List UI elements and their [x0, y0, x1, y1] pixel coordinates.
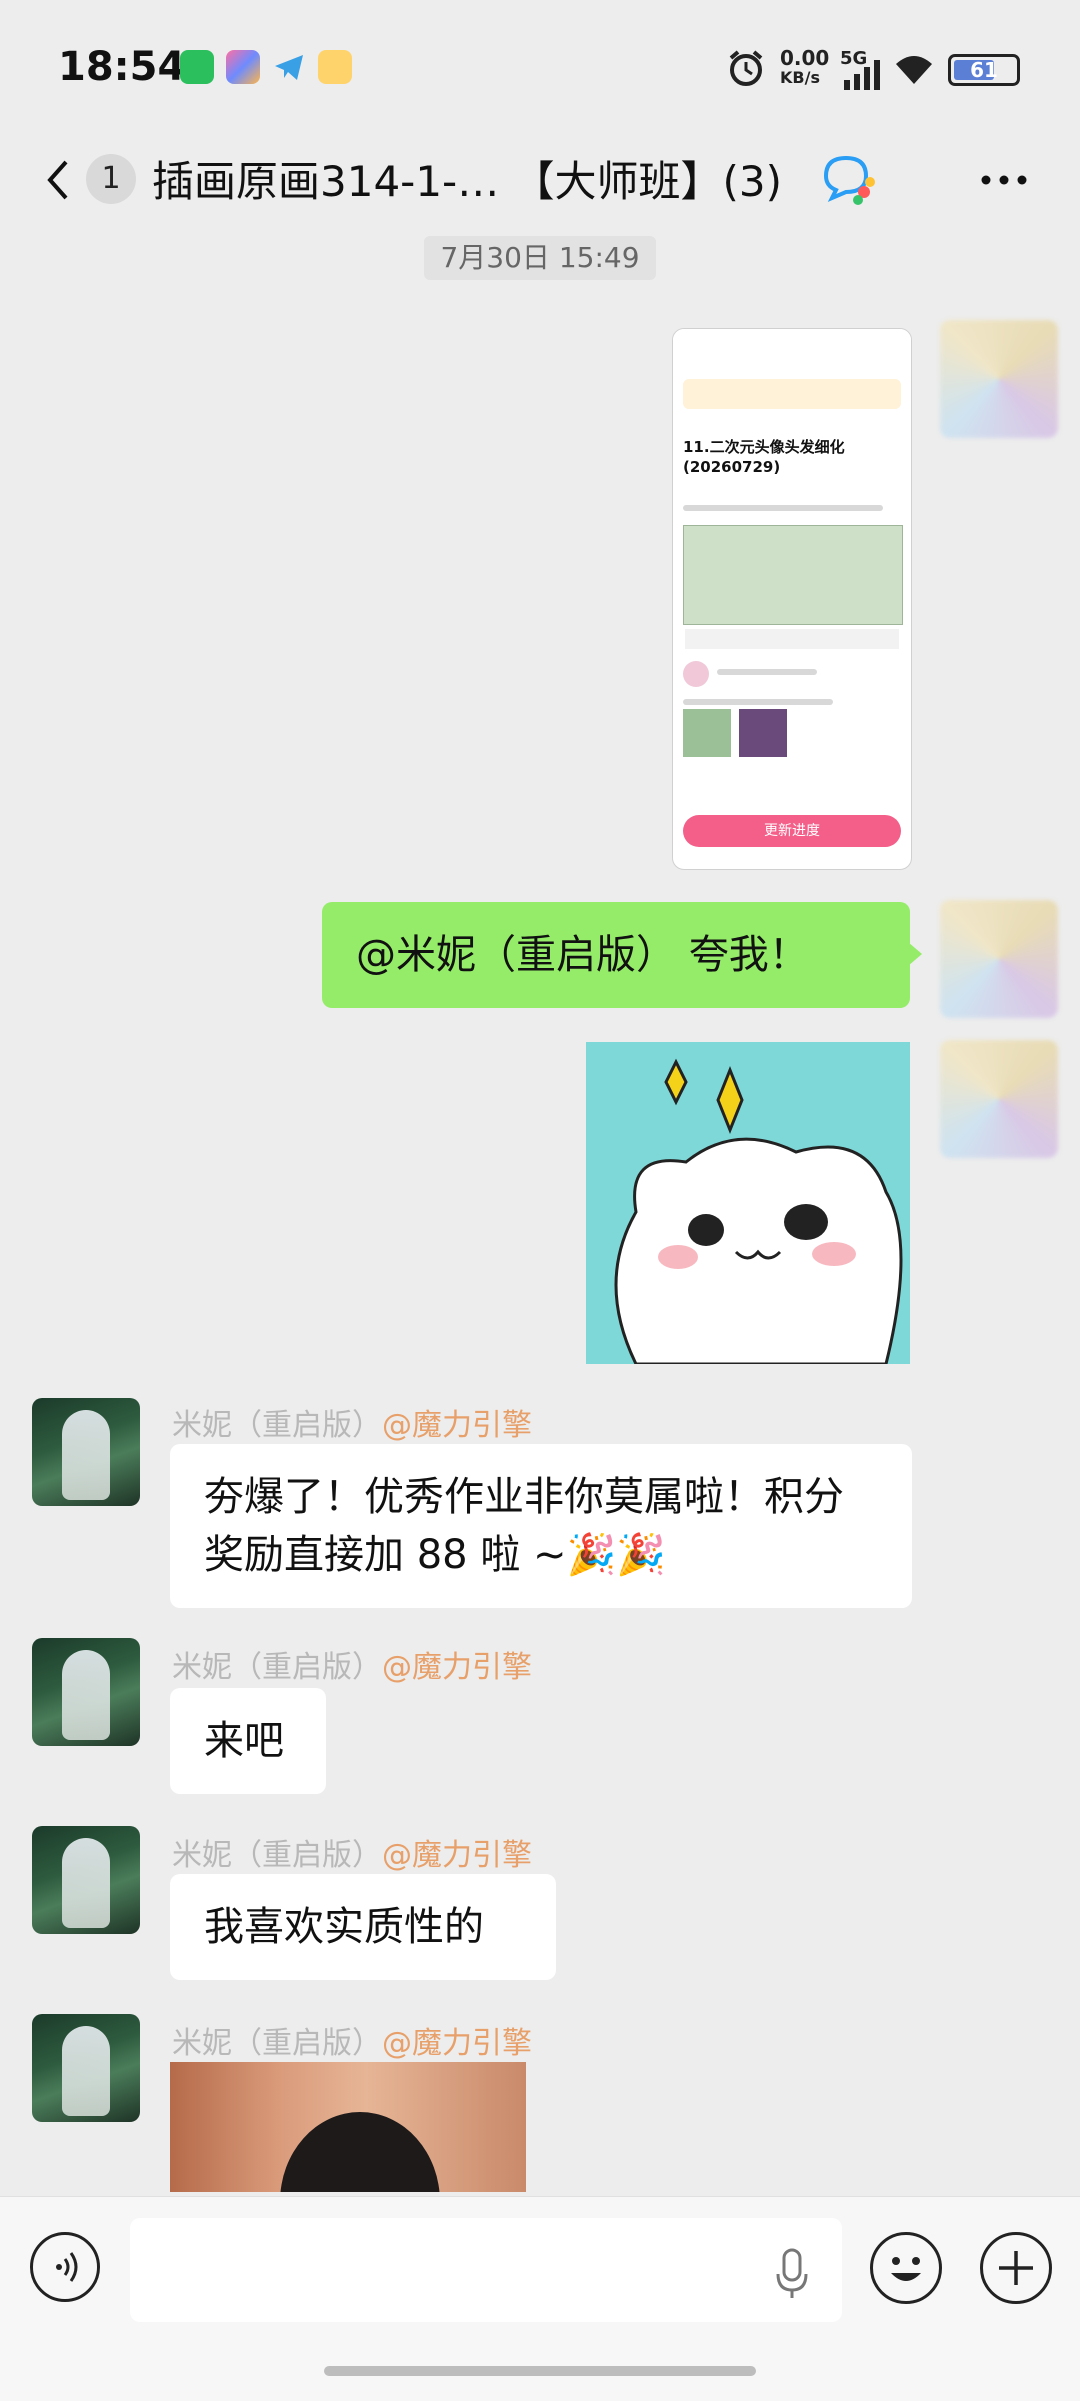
app-icon	[226, 50, 260, 84]
wechat-icon	[180, 50, 214, 84]
sender-name: 米妮（重启版）@魔力引擎	[172, 2026, 532, 2061]
alarm-icon	[726, 48, 766, 88]
received-message-bubble[interactable]: 来吧	[170, 1688, 326, 1794]
back-icon[interactable]	[38, 150, 78, 210]
self-message-bubble[interactable]: @米妮（重启版） 夸我！	[322, 902, 910, 1008]
self-avatar[interactable]	[940, 900, 1058, 1018]
sender-avatar[interactable]	[32, 1398, 140, 1506]
status-time: 18:54	[58, 44, 186, 90]
more-icon[interactable]	[976, 170, 1036, 190]
sender-name: 米妮（重启版）@魔力引擎	[172, 1408, 532, 1443]
thumb-title: 11.二次元头像头发细化(20260729)	[683, 438, 845, 476]
self-avatar[interactable]	[940, 320, 1058, 438]
telegram-icon	[272, 50, 306, 84]
thumb-button: 更新进度	[683, 815, 901, 847]
battery-icon: 61	[948, 54, 1020, 86]
screenshot-image[interactable]: 11.二次元头像头发细化(20260729) 更新进度	[672, 328, 912, 870]
plus-icon[interactable]	[980, 2232, 1052, 2304]
mic-icon[interactable]	[772, 2246, 812, 2302]
received-message-bubble[interactable]: 我喜欢实质性的	[170, 1874, 556, 1980]
chat-bubbles-icon[interactable]	[818, 152, 878, 206]
network-speed: 0.00 KB/s	[780, 46, 830, 87]
chat-title[interactable]: 插画原画314-1-… 【大师班】(3)	[152, 148, 782, 209]
voice-icon[interactable]	[30, 2232, 100, 2302]
unread-badge[interactable]: 1	[86, 154, 136, 204]
bubble-tail	[908, 942, 922, 966]
home-indicator[interactable]	[324, 2366, 756, 2376]
sender-name: 米妮（重启版）@魔力引擎	[172, 1650, 532, 1685]
received-photo[interactable]	[170, 2062, 526, 2192]
received-message-bubble[interactable]: 夯爆了！优秀作业非你莫属啦！积分奖励直接加 88 啦 ~🎉🎉	[170, 1444, 912, 1608]
sender-avatar[interactable]	[32, 2014, 140, 2122]
sender-name: 米妮（重启版）@魔力引擎	[172, 1838, 532, 1873]
sender-avatar[interactable]	[32, 1826, 140, 1934]
wifi-icon	[892, 50, 936, 88]
self-avatar[interactable]	[940, 1040, 1058, 1158]
timestamp: 7月30日 15:49	[424, 236, 656, 280]
sticker-image[interactable]	[586, 1042, 910, 1364]
signal-icon	[842, 58, 884, 90]
emoji-icon[interactable]	[870, 2232, 942, 2304]
sender-avatar[interactable]	[32, 1638, 140, 1746]
qq-icon	[318, 50, 352, 84]
message-input[interactable]	[130, 2218, 842, 2322]
